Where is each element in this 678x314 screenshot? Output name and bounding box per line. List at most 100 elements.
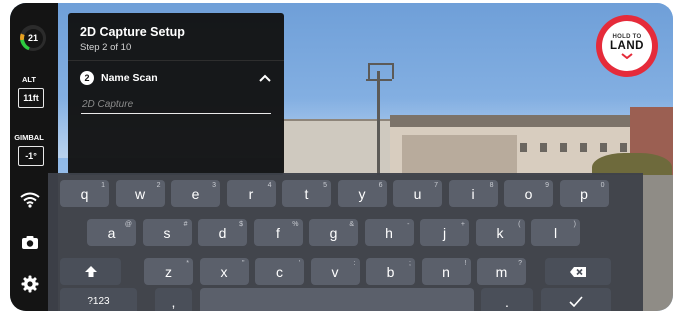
key-v[interactable]: v: <box>310 258 360 285</box>
key-label: m <box>495 263 508 280</box>
drone-app-screen: 21 ALT 11ft GIMBAL -1° 2D Capture Setup … <box>10 3 673 311</box>
key-label: u <box>413 185 422 202</box>
spacebar[interactable] <box>200 288 474 311</box>
symbols-key[interactable]: ?123 <box>60 288 137 311</box>
key-hint: 3 <box>212 182 216 189</box>
key-hint: ) <box>573 221 576 228</box>
key-label: d <box>218 224 227 241</box>
capture-setup-panel: 2D Capture Setup Step 2 of 10 2 Name Sca… <box>68 13 284 175</box>
key-hint: : <box>353 260 356 267</box>
key-label: b <box>386 263 395 280</box>
key-p[interactable]: p0 <box>559 180 609 207</box>
scan-name-input[interactable] <box>81 95 271 114</box>
key-q[interactable]: q1 <box>60 180 109 207</box>
key-y[interactable]: y6 <box>337 180 387 207</box>
key-hint: # <box>183 221 188 228</box>
checkmark-icon <box>569 296 583 307</box>
key-a[interactable]: a @ <box>87 219 136 246</box>
key-hint: 2 <box>156 182 161 189</box>
key-hint: @ <box>124 221 132 228</box>
battery-indicator[interactable]: 21 <box>20 25 46 51</box>
key-hint: - <box>407 221 410 228</box>
name-scan-section-header[interactable]: 2 Name Scan <box>80 69 274 89</box>
shift-key[interactable] <box>60 258 121 285</box>
key-hint: $ <box>239 221 243 228</box>
key-b[interactable]: b; <box>366 258 415 285</box>
key-label: w <box>134 185 146 202</box>
key-hint: 5 <box>323 182 327 189</box>
key-label: v <box>331 263 339 280</box>
key-label: a <box>107 224 116 241</box>
backspace-icon <box>570 266 586 277</box>
key-hint: 1 <box>101 182 105 189</box>
key-label: j <box>442 224 447 241</box>
key-label: g <box>329 224 338 241</box>
key-label: c <box>276 263 283 280</box>
key-hint: " <box>242 260 245 267</box>
key-n[interactable]: n! <box>421 258 471 285</box>
key-r[interactable]: r4 <box>226 180 276 207</box>
camera-icon[interactable] <box>19 231 41 253</box>
key-label: s <box>163 224 171 241</box>
key-label: n <box>442 263 450 280</box>
key-i[interactable]: i8 <box>448 180 498 207</box>
key-f[interactable]: f% <box>253 219 303 246</box>
key-hint: * <box>186 260 189 267</box>
key-hint: 0 <box>600 182 605 189</box>
key-hint: ; <box>409 260 411 267</box>
key-g[interactable]: g & <box>309 219 358 246</box>
key-hint: 8 <box>489 182 494 189</box>
key-m[interactable]: m? <box>477 258 526 285</box>
key-x[interactable]: x " <box>199 258 249 285</box>
key-l[interactable]: l) <box>531 219 580 246</box>
key-d[interactable]: d $ <box>198 219 247 246</box>
key-u[interactable]: u7 <box>393 180 442 207</box>
key-label: t <box>304 185 309 202</box>
key-label: p <box>580 185 588 202</box>
key-label: h <box>385 224 393 241</box>
key-hint: ' <box>298 260 300 267</box>
comma-key[interactable]: , <box>155 288 192 311</box>
wifi-signal-icon[interactable] <box>19 189 41 211</box>
key-j[interactable]: j + <box>420 219 469 246</box>
key-h[interactable]: h- <box>364 219 414 246</box>
gimbal-label: GIMBAL <box>14 133 44 142</box>
key-k[interactable]: k( <box>475 219 525 246</box>
key-label: i <box>471 185 475 202</box>
key-c[interactable]: c ' <box>255 258 304 285</box>
radio-tower <box>377 71 380 176</box>
battery-level: 21 <box>23 28 43 48</box>
settings-gear-icon[interactable] <box>19 273 41 295</box>
done-key[interactable] <box>541 288 611 311</box>
backspace-key[interactable] <box>545 258 611 285</box>
key-hint: 9 <box>545 182 549 189</box>
on-screen-keyboard: ?123 , . q 1 w 2 e 3 r 4 t 5 y 6 u 7 i 8 o 9 p 0 a @ s # d $ f% g & h… <box>48 173 643 311</box>
key-label: r <box>248 185 254 202</box>
altitude-value: 11ft <box>18 88 44 108</box>
key-label: y <box>358 185 366 202</box>
chevron-down-icon <box>621 52 633 59</box>
key-label: x <box>220 263 228 280</box>
chevron-up-icon[interactable] <box>258 72 272 84</box>
hold-to-land-button[interactable]: HOLD TO LAND <box>596 15 658 77</box>
key-t[interactable]: t5 <box>282 180 331 207</box>
key-label: z <box>165 263 172 280</box>
key-hint: 6 <box>378 182 383 189</box>
alt-label: ALT <box>21 75 37 84</box>
key-e[interactable]: e3 <box>171 180 220 207</box>
key-o[interactable]: o9 <box>504 180 553 207</box>
key-label: q <box>80 185 89 202</box>
key-w[interactable]: w2 <box>115 180 165 207</box>
divider <box>68 60 284 61</box>
key-label: f <box>276 224 280 241</box>
key-z[interactable]: z * <box>144 258 193 285</box>
key-hint: ! <box>464 260 467 267</box>
gimbal-value: -1° <box>18 146 44 166</box>
panel-title: 2D Capture Setup <box>80 25 185 39</box>
key-hint: 4 <box>267 182 272 189</box>
period-key[interactable]: . <box>481 288 533 311</box>
key-s[interactable]: s # <box>142 219 192 246</box>
section-label: Name Scan <box>101 72 158 84</box>
key-label: k <box>496 224 504 241</box>
key-hint: 7 <box>434 182 438 189</box>
